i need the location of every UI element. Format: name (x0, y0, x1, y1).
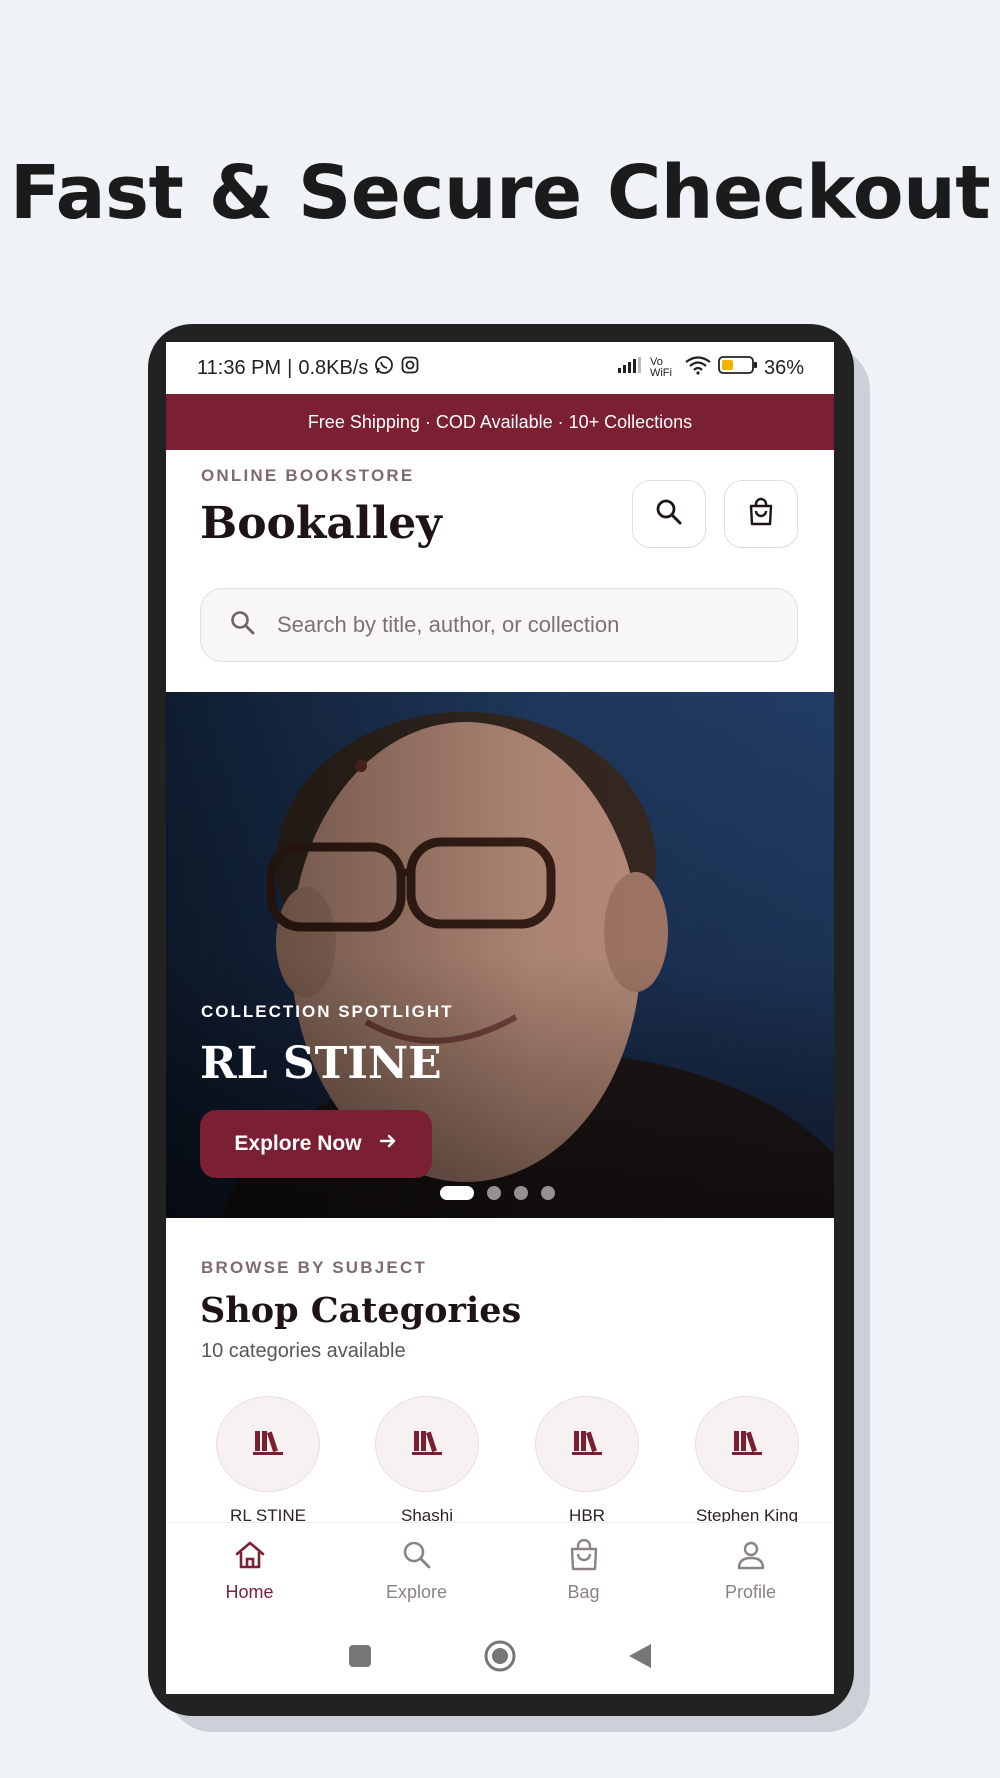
books-icon (571, 1428, 603, 1461)
search-placeholder: Search by title, author, or collection (277, 612, 620, 637)
explore-icon (400, 1539, 434, 1576)
nav-explore[interactable]: Explore (333, 1523, 500, 1622)
back-button-icon[interactable] (627, 1642, 653, 1675)
explore-now-button[interactable]: Explore Now (200, 1110, 432, 1178)
carousel-dot[interactable] (487, 1186, 501, 1200)
status-speed: 0.8KB/s (298, 356, 369, 379)
carousel-dot-active[interactable] (440, 1186, 474, 1200)
profile-icon (734, 1539, 768, 1576)
instagram-icon (400, 355, 420, 381)
hero-carousel[interactable]: COLLECTION SPOTLIGHT RL STINE Explore No… (166, 692, 834, 1218)
search-field-icon (229, 609, 257, 642)
explore-now-label: Explore Now (234, 1132, 362, 1155)
nav-home-label: Home (225, 1582, 274, 1602)
search-section: Search by title, author, or collection (166, 450, 834, 692)
system-navigation-bar (166, 1622, 834, 1694)
nav-bag-label: Bag (567, 1582, 600, 1602)
category-item[interactable]: HBR (527, 1396, 647, 1526)
home-icon (233, 1539, 267, 1576)
hero-kicker: COLLECTION SPOTLIGHT (201, 1002, 454, 1021)
battery-icon (718, 355, 758, 381)
nav-home[interactable]: Home (166, 1523, 333, 1622)
search-input[interactable]: Search by title, author, or collection (200, 588, 798, 662)
battery-level: 36% (763, 356, 804, 379)
carousel-dot[interactable] (514, 1186, 528, 1200)
page-headline: Fast & Secure Checkout (9, 150, 991, 236)
nav-bag[interactable]: Bag (500, 1523, 667, 1622)
status-time: 11:36 PM (197, 356, 282, 379)
carousel-indicator (440, 1186, 555, 1200)
promo-banner: Free Shipping · COD Available · 10+ Coll… (166, 394, 834, 450)
nav-profile[interactable]: Profile (667, 1523, 834, 1622)
vowifi-label: Vo WiFi (649, 356, 672, 379)
bottom-navigation: Home Explore Bag Profile (166, 1522, 834, 1622)
books-icon (411, 1428, 443, 1461)
category-item[interactable]: Shashi (367, 1396, 487, 1526)
whatsapp-icon (374, 355, 394, 381)
signal-icon (616, 356, 644, 380)
arrow-right-icon (378, 1131, 398, 1157)
home-button-icon[interactable] (483, 1639, 517, 1678)
categories-count: 10 categories available (201, 1340, 406, 1362)
categories-overline: BROWSE BY SUBJECT (201, 1258, 428, 1277)
categories-title: Shop Categories (200, 1290, 522, 1331)
bag-icon (567, 1538, 601, 1576)
category-item[interactable]: Stephen King (687, 1396, 807, 1526)
nav-explore-label: Explore (385, 1582, 448, 1602)
carousel-dot[interactable] (541, 1186, 555, 1200)
recents-button-icon[interactable] (347, 1643, 373, 1674)
nav-profile-label: Profile (724, 1582, 777, 1602)
app-screen: 11:36 PM | 0.8KB/s Vo WiFi 36% Free Ship… (166, 342, 834, 1694)
categories-section: BROWSE BY SUBJECT Shop Categories 10 cat… (166, 1218, 834, 1525)
hero-title: RL STINE (200, 1038, 442, 1089)
status-bar: 11:36 PM | 0.8KB/s Vo WiFi 36% (197, 355, 804, 381)
books-icon (731, 1428, 763, 1461)
wifi-icon (684, 355, 712, 381)
books-icon (252, 1428, 284, 1461)
category-item[interactable]: RL STINE (208, 1396, 328, 1526)
